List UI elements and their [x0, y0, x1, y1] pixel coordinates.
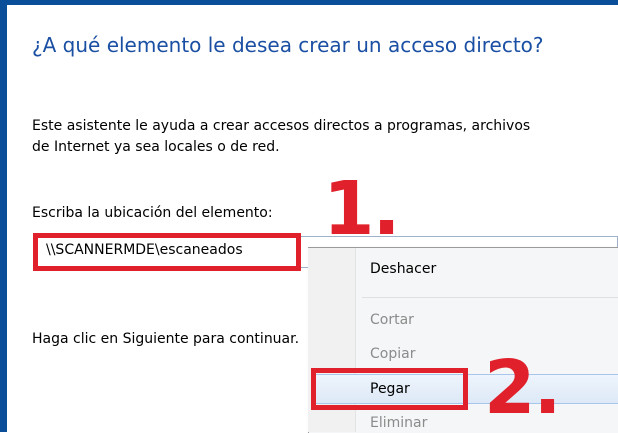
next-hint-text: Haga clic en Siguiente para continuar.	[32, 331, 300, 347]
annotation-highlight-paste	[311, 368, 468, 410]
annotation-highlight-input	[33, 233, 301, 271]
annotation-step-2: 2.	[484, 345, 562, 431]
menu-item-undo[interactable]: Deshacer	[370, 261, 436, 277]
context-menu-separator	[362, 297, 618, 298]
page-title: ¿A qué elemento le desea crear un acceso…	[32, 33, 544, 57]
menu-item-delete[interactable]: Eliminar	[370, 415, 427, 431]
location-label: Escriba la ubicación del elemento:	[32, 205, 273, 221]
wizard-description: Este asistente le ayuda a crear accesos …	[32, 116, 618, 158]
annotation-step-1: 1.	[323, 166, 401, 252]
menu-item-copy[interactable]: Copiar	[370, 346, 415, 362]
menu-item-cut[interactable]: Cortar	[370, 312, 414, 328]
description-line-2: de Internet ya sea locales o de red.	[32, 139, 280, 155]
description-line-1: Este asistente le ayuda a crear accesos …	[32, 118, 531, 134]
